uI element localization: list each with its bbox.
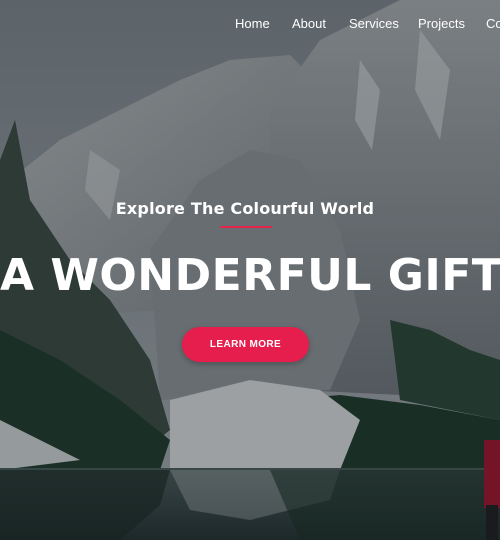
- learn-more-button[interactable]: LEARN MORE: [182, 327, 309, 362]
- tagline-underline: [220, 226, 272, 228]
- hero-headline: A WONDERFUL GIFT: [0, 250, 500, 301]
- nav-link-services[interactable]: Services: [349, 16, 399, 31]
- nav-link-about[interactable]: About: [292, 16, 326, 31]
- main-navigation: Home About Services Projects Co: [0, 14, 500, 36]
- nav-link-projects[interactable]: Projects: [418, 16, 465, 31]
- nav-link-home[interactable]: Home: [235, 16, 270, 31]
- hero-tagline: Explore The Colourful World: [115, 199, 375, 218]
- nav-link-contact[interactable]: Co: [486, 16, 500, 31]
